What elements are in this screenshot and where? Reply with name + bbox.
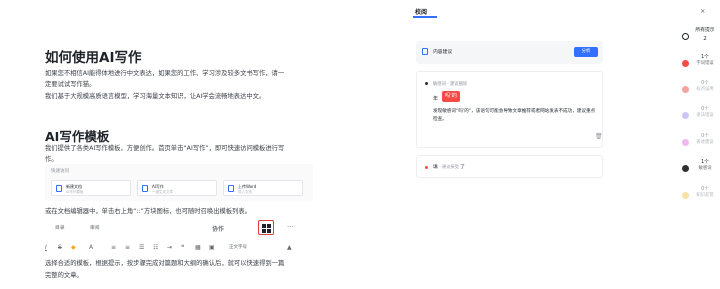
font-size-select: 正文字号	[229, 245, 247, 250]
tab-review[interactable]: 校阅	[415, 7, 427, 16]
issue-description: 发现敏感词“吗'的”，该语句可能会导致文章推荐或者网站发表不成功，建议重点检查。	[433, 109, 596, 122]
template-grid-icon	[258, 220, 274, 235]
category-label: 字词错误	[696, 61, 714, 66]
intro-line-2: 定要试试写作猫。	[45, 81, 96, 88]
collapse-icon: ▲	[287, 244, 292, 251]
issue-card-sensitive-word[interactable]: 敏感词 · 建议删除 年 吗'的 发现敏感词“吗'的”，该语句可能会导致文章推荐…	[416, 71, 603, 148]
align-center-icon: ≡	[125, 244, 131, 251]
category-label: 表述建议	[696, 140, 714, 145]
category-count: 2	[703, 36, 707, 42]
circle-icon	[682, 139, 689, 146]
document-icon	[228, 185, 234, 192]
issue-header: 敏感词 · 建议删除	[433, 82, 468, 87]
card-subtitle: AI写作模板	[66, 190, 84, 194]
highlight-icon: ◆	[71, 244, 76, 251]
content-suggestion-card[interactable]: 内容建议 分析	[416, 41, 603, 64]
category-grammar[interactable]: 0个 语法错误	[678, 107, 720, 137]
category-label: 知识差错	[696, 193, 714, 198]
toolbar-tab-outline: 目录	[55, 226, 65, 231]
template-card-upload-word: 上传Word 导入文档	[223, 180, 303, 196]
ordered-list-icon: ☷	[153, 244, 159, 251]
issue-card-typo[interactable]: 填 · 建议接受 了	[416, 155, 603, 178]
delete-icon[interactable]: 🗑	[595, 133, 603, 140]
closing-line-1: 选择合适的模板，根据提示，按步骤完成对篇题和大纲的确认后，就可以快速得到一篇	[45, 260, 285, 267]
issue-suffix: 了	[460, 165, 466, 170]
analyze-button[interactable]: 分析	[574, 47, 598, 57]
category-label: 语法错误	[696, 113, 714, 118]
strikethrough-icon: S	[58, 244, 62, 251]
template-panel-title: 快速访问	[51, 169, 69, 174]
more-icon: ···	[287, 223, 294, 231]
intro-line-1: 如果您不相信AI能得体地进行中文表达，如果您的工作、学习涉及较多文书写作，请一	[45, 70, 285, 77]
text-color-icon: A	[89, 244, 94, 251]
indent-icon: ⇥	[167, 244, 173, 251]
document-icon	[422, 48, 428, 55]
quote-icon: ❝	[181, 244, 185, 251]
underline-icon: I	[45, 244, 47, 251]
section-line-1: 我们提供了各类AI写作模板，方便创作。首页单击“AI写作”，即可快速访问模板进行…	[45, 145, 285, 152]
template-screenshot: 快速访问 新建文档 AI写作模板 AI写作 一键生成文章 上传Word 导入文档	[45, 164, 313, 201]
category-all[interactable]: 所有提示 2	[678, 28, 720, 58]
list-icon: ☰	[139, 244, 145, 251]
content-suggestion-label: 内容建议	[433, 50, 453, 55]
template-card-new-doc: 新建文档 AI写作模板	[51, 180, 131, 196]
page-title: 如何使用AI写作	[45, 50, 142, 66]
document-editor[interactable]: 如何使用AI写作 如果您不相信AI能得体地进行中文表达，如果您的工作、学习涉及较…	[0, 0, 342, 289]
card-subtitle: 导入文档	[238, 190, 252, 194]
circle-icon	[682, 33, 689, 40]
format-bar-screenshot: I S ◆ A ≡ ≡ ☰ ☷ ⇥ ❝ ▦ ▣ 正文字号 ▲	[45, 243, 303, 252]
card-subtitle: 一键生成文章	[152, 190, 173, 194]
template-card-ai-write: AI写作 一键生成文章	[137, 180, 217, 196]
issue-context: 年	[433, 96, 439, 102]
issue-word-tag[interactable]: 吗'的	[442, 91, 461, 102]
category-label: 所有提示	[695, 28, 715, 33]
issue-hint: · 建议接受	[439, 164, 459, 169]
category-sensitive[interactable]: 1个 敏感词	[678, 160, 720, 190]
category-knowledge[interactable]: 0个 知识差错	[678, 187, 720, 217]
image-icon: ▣	[209, 244, 215, 251]
circle-icon	[682, 165, 689, 172]
table-icon: ▦	[195, 244, 201, 251]
active-tab-indicator	[413, 16, 437, 18]
circle-icon	[682, 192, 689, 199]
circle-icon	[682, 60, 689, 67]
collaborate-label: 协作	[212, 226, 225, 233]
issue-word: 填 · 建议接受 了	[433, 163, 465, 170]
intro-line-3: 我们基于大规模高质语言模型，学习海量文本知识，让AI学会流畅地表达中文。	[45, 93, 266, 100]
toolbar-tab-review: 审阅	[90, 226, 100, 231]
circle-icon	[682, 86, 689, 93]
category-label: 标点误用	[696, 87, 714, 92]
document-icon	[142, 185, 148, 192]
editor-hint: 或在文档编辑器中，单击右上角“::”方块图标，也可随时召唤出模板列表。	[45, 208, 251, 215]
issue-type-dot	[425, 82, 428, 85]
issue-word-text: 填	[433, 165, 438, 170]
document-icon	[56, 185, 62, 192]
align-icon: ≡	[111, 244, 117, 251]
circle-icon	[682, 112, 689, 119]
issue-type-dot	[425, 166, 428, 169]
closing-line-2: 完整的文章。	[45, 272, 83, 279]
issue-category-sidebar: 所有提示 2 1个 字词错误 0个 标点误用 0个 语法错误 0个 表述建议 1…	[678, 0, 720, 289]
category-label: 敏感词	[698, 166, 712, 171]
